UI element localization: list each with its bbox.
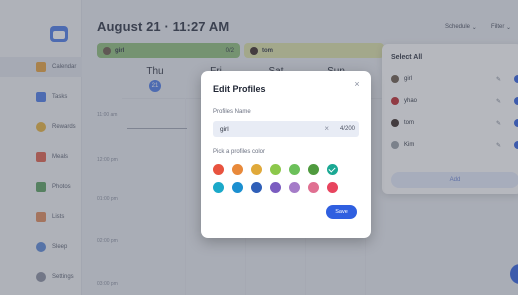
color-swatch[interactable] [308,164,319,175]
color-swatch[interactable] [232,164,243,175]
profile-name-label: Profiles Name [213,109,251,115]
dialog-title: Edit Profiles [213,84,266,94]
profile-name-input[interactable]: girl × 4/200 [213,121,359,137]
color-swatch[interactable] [270,182,281,193]
color-swatch[interactable] [327,164,338,175]
color-picker-label: Pick a profiles color [213,149,266,155]
color-swatch[interactable] [251,182,262,193]
profile-name-value: girl [220,125,229,133]
color-swatch[interactable] [308,182,319,193]
color-swatch[interactable] [251,164,262,175]
char-counter: 4/200 [339,126,355,132]
color-swatch[interactable] [213,182,224,193]
color-swatch[interactable] [289,164,300,175]
color-swatch[interactable] [289,182,300,193]
color-swatch[interactable] [232,182,243,193]
color-swatch[interactable] [327,182,338,193]
color-swatch[interactable] [270,164,281,175]
save-button[interactable]: Save [326,205,357,219]
clear-input-icon[interactable]: × [324,121,329,137]
close-icon[interactable]: × [352,79,362,89]
color-swatch[interactable] [213,164,224,175]
edit-profiles-dialog: Edit Profiles × Profiles Name girl × 4/2… [201,71,371,238]
